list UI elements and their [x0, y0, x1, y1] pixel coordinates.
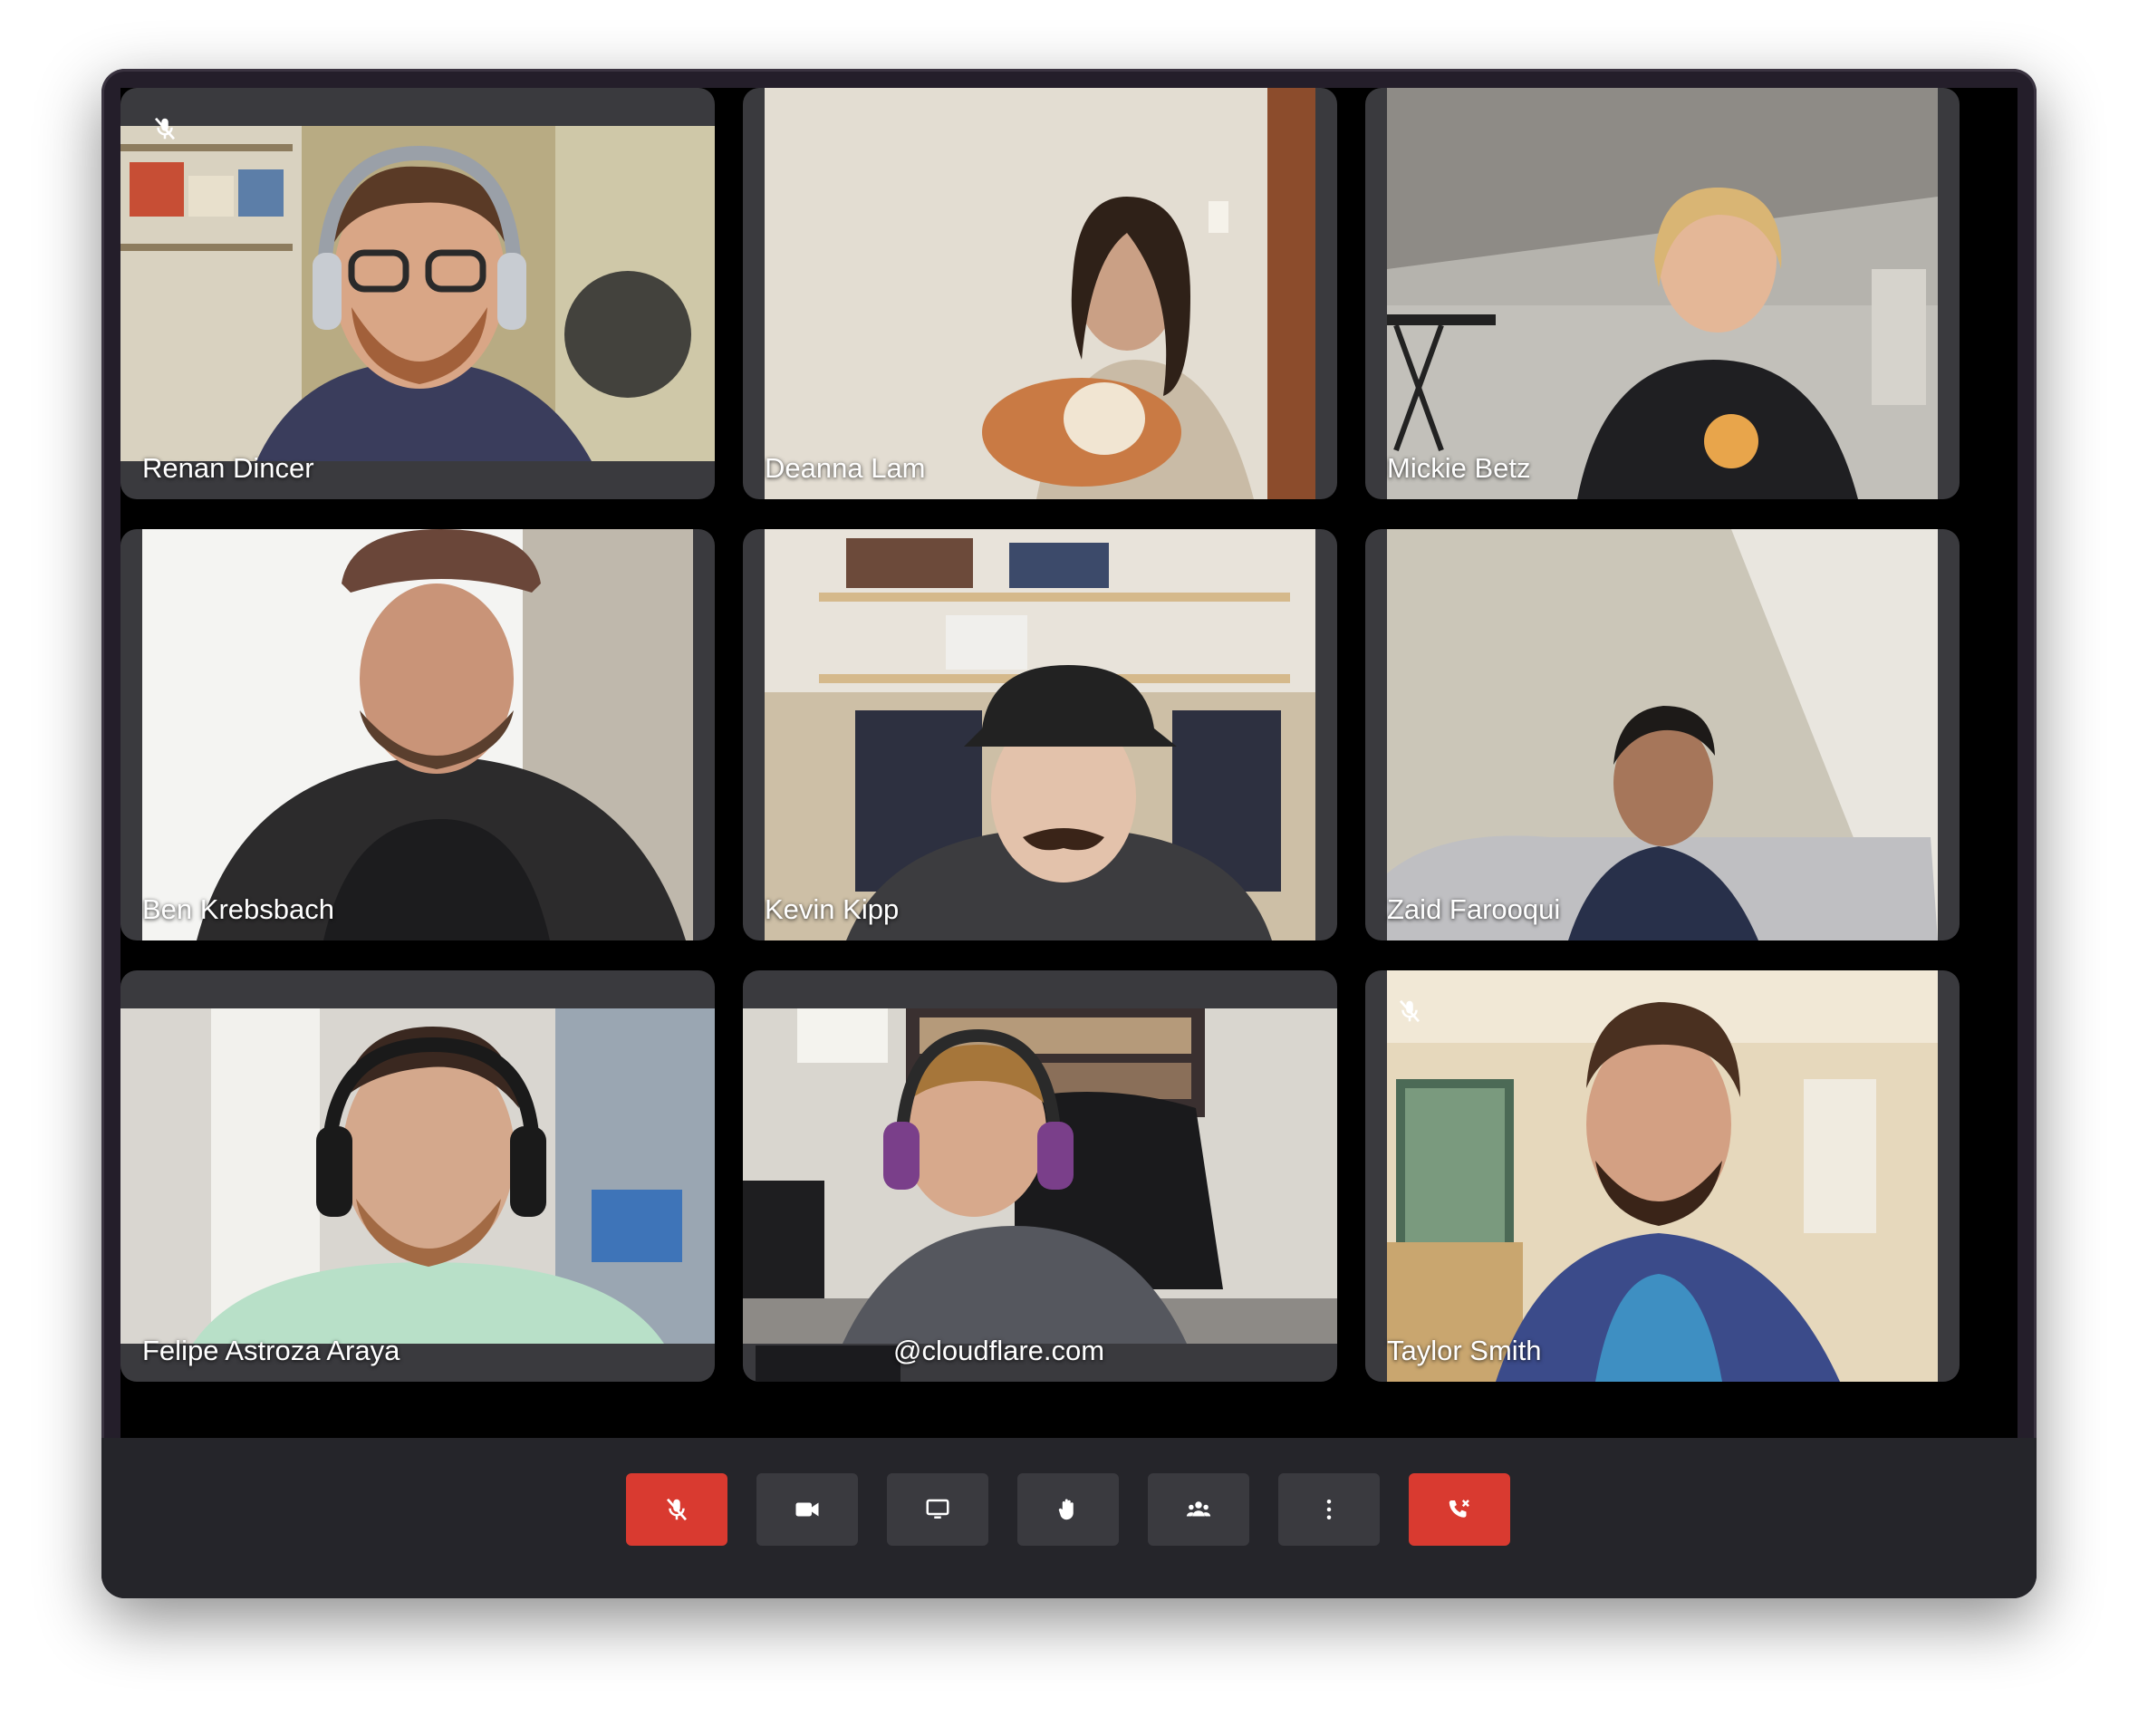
participant-tile-ben-krebsbach[interactable]: Ben Krebsbach	[120, 529, 715, 940]
more-options-icon	[1326, 1500, 1332, 1519]
more-options-button[interactable]	[1278, 1473, 1380, 1546]
video-frame-illustration	[1387, 529, 1938, 940]
video-frame-illustration	[1387, 970, 1938, 1382]
participants-button[interactable]	[1148, 1473, 1249, 1546]
call-controls-toolbar	[101, 1438, 2037, 1598]
screen-share-icon	[926, 1499, 949, 1519]
mute-microphone-button[interactable]	[626, 1473, 727, 1546]
participant-tile-mickie-betz[interactable]: Mickie Betz	[1365, 88, 1960, 499]
participant-name: Deanna Lam	[765, 452, 926, 484]
participant-video	[1387, 529, 1938, 940]
share-screen-button[interactable]	[887, 1473, 988, 1546]
participant-name: @cloudflare.com	[893, 1335, 1105, 1366]
participant-name: Felipe Astroza Araya	[142, 1335, 400, 1366]
participant-video	[743, 1008, 1337, 1344]
participant-video	[765, 529, 1315, 940]
participant-tile-zaid-farooqui[interactable]: Zaid Farooqui	[1365, 529, 1960, 940]
redacted-name-bar	[756, 1345, 900, 1382]
participant-video	[120, 1008, 715, 1344]
participant-video	[120, 126, 715, 461]
video-frame-illustration	[765, 529, 1315, 940]
participant-tile-renan-dincer[interactable]: Renan Dincer	[120, 88, 715, 499]
participant-tile-kevin-kipp[interactable]: Kevin Kipp	[743, 529, 1337, 940]
participant-name: Mickie Betz	[1387, 452, 1531, 484]
participant-name: Ben Krebsbach	[142, 893, 334, 925]
participant-tile-taylor-smith[interactable]: Taylor Smith	[1365, 970, 1960, 1382]
participant-tile-felipe-astroza-araya[interactable]: Felipe Astroza Araya	[120, 970, 715, 1382]
microphone-off-icon	[1399, 999, 1421, 1023]
leave-call-icon	[1449, 1500, 1469, 1518]
raise-hand-button[interactable]	[1017, 1473, 1119, 1546]
participant-name: Kevin Kipp	[765, 893, 900, 925]
raise-hand-icon	[1058, 1499, 1074, 1520]
video-frame-illustration	[743, 1008, 1337, 1344]
participant-tile-deanna-lam[interactable]: Deanna Lam	[743, 88, 1337, 499]
video-frame-illustration	[765, 88, 1315, 499]
video-frame-illustration	[1387, 88, 1938, 499]
microphone-off-icon	[666, 1498, 688, 1521]
participant-name: Taylor Smith	[1387, 1335, 1542, 1366]
participant-video	[142, 529, 693, 940]
video-camera-icon	[795, 1502, 819, 1517]
participant-video	[765, 88, 1315, 499]
video-frame-illustration	[142, 529, 693, 940]
microphone-off-icon	[154, 117, 176, 140]
participant-video	[1387, 88, 1938, 499]
participant-video	[1387, 970, 1938, 1382]
video-frame-illustration	[120, 126, 715, 461]
participant-tile-cloudflare[interactable]: @cloudflare.com	[743, 970, 1337, 1382]
participant-name: Renan Dincer	[142, 452, 314, 484]
video-frame-illustration	[120, 1008, 715, 1344]
participants-icon	[1186, 1501, 1211, 1517]
participant-name: Zaid Farooqui	[1387, 893, 1561, 925]
toggle-camera-button[interactable]	[756, 1473, 858, 1546]
participant-grid: Renan Dincer Deanna Lam Mickie Betz Ben …	[120, 88, 2018, 1438]
video-call-window: Renan Dincer Deanna Lam Mickie Betz Ben …	[101, 69, 2037, 1598]
leave-call-button[interactable]	[1409, 1473, 1510, 1546]
